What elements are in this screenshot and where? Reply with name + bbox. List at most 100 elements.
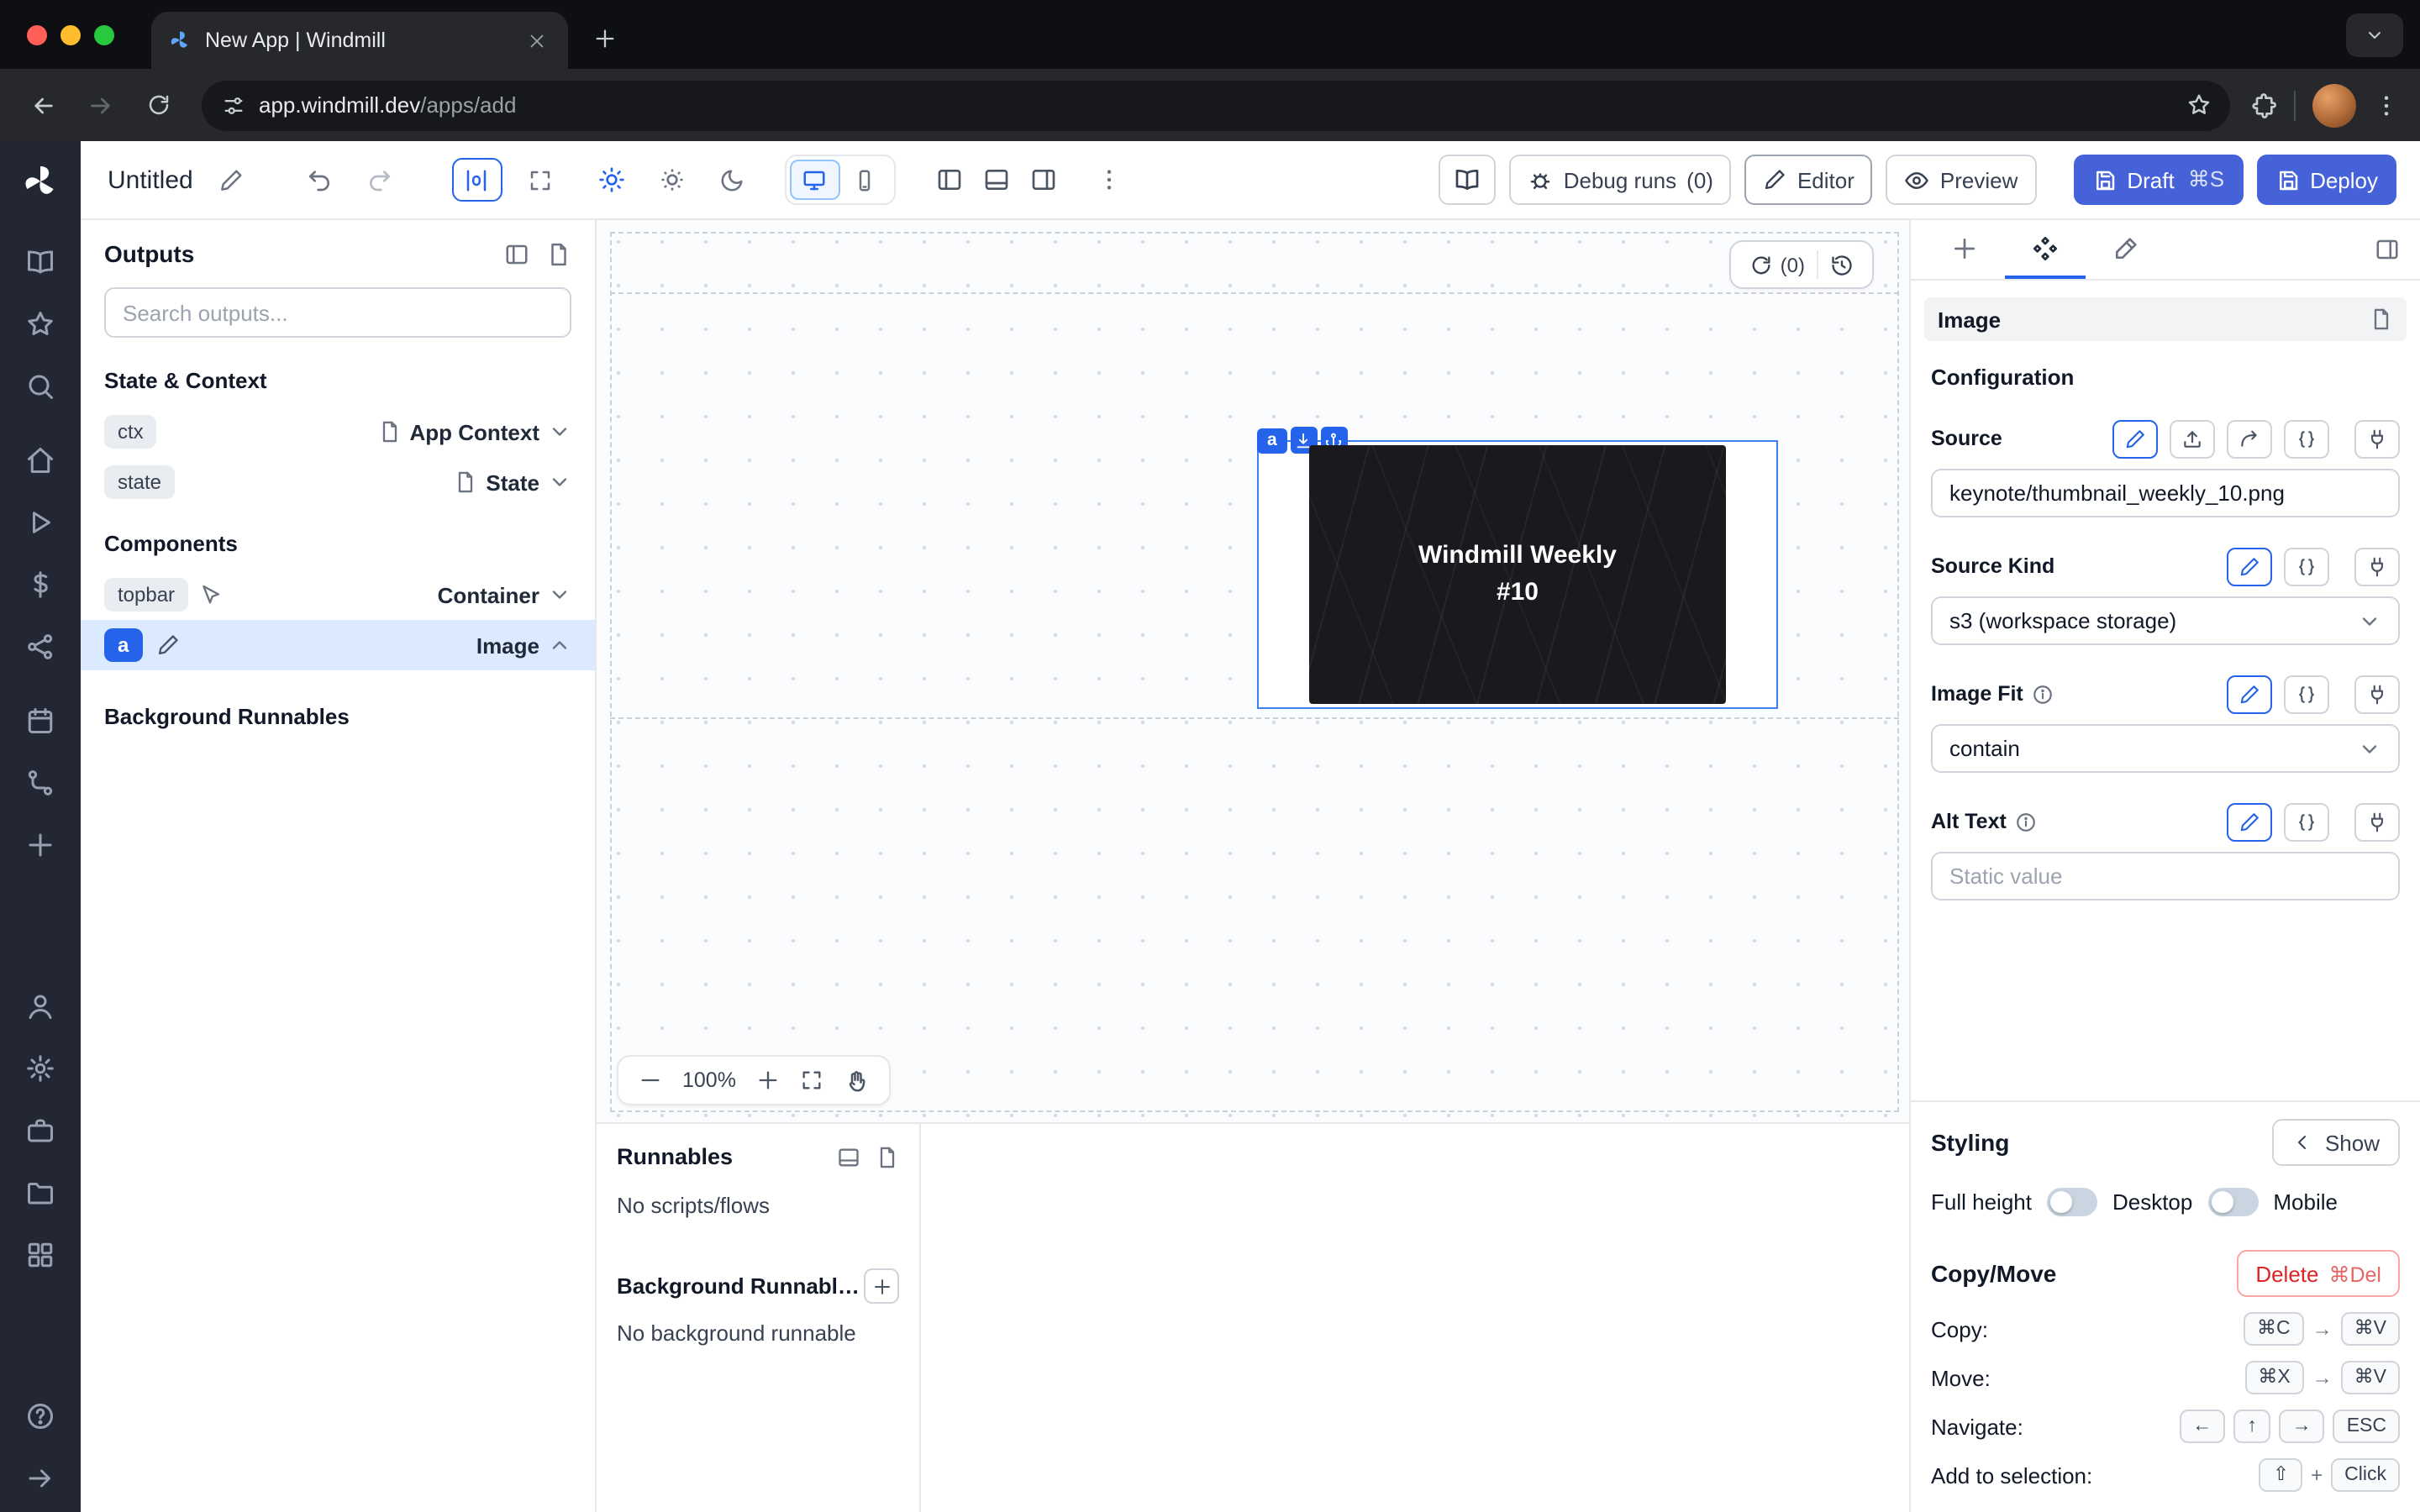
upload-button[interactable] <box>2170 419 2215 458</box>
collapse-sidebar-icon[interactable] <box>24 1462 57 1495</box>
undo-button[interactable] <box>297 158 341 202</box>
show-styling-button[interactable]: Show <box>2273 1119 2400 1166</box>
back-button[interactable] <box>20 81 67 129</box>
expression-button[interactable] <box>2284 675 2329 713</box>
theme-auto-icon[interactable] <box>650 158 694 202</box>
collapse-inspector-icon[interactable] <box>2368 220 2407 279</box>
new-tab-button[interactable] <box>581 15 629 62</box>
app-canvas[interactable]: (0) a <box>597 220 1909 1122</box>
topbar-badge[interactable]: topbar <box>104 578 188 612</box>
theme-dark-icon[interactable] <box>711 158 755 202</box>
static-edit-button[interactable] <box>2112 419 2158 458</box>
resources-icon[interactable] <box>24 630 57 664</box>
plug-input-button[interactable] <box>2354 547 2400 585</box>
browser-tab[interactable]: New App | Windmill <box>151 12 568 69</box>
outputs-doc-icon[interactable] <box>546 241 571 266</box>
static-edit-button[interactable] <box>2227 547 2272 585</box>
forward-button[interactable] <box>77 81 124 129</box>
minimize-window-button[interactable] <box>60 24 81 45</box>
workers-icon[interactable] <box>24 1114 57 1147</box>
collapse-outputs-panel-icon[interactable] <box>504 241 529 266</box>
folders-icon[interactable] <box>24 1176 57 1210</box>
profile-avatar[interactable] <box>2312 83 2356 127</box>
component-id-tag[interactable]: a <box>1257 428 1287 453</box>
bookmark-star-icon[interactable] <box>2176 83 2220 127</box>
chevron-down-icon[interactable] <box>548 583 571 606</box>
zoom-in-icon[interactable] <box>756 1068 780 1092</box>
extensions-icon[interactable] <box>2250 92 2277 118</box>
rename-app-pencil-icon[interactable] <box>210 158 254 202</box>
zoom-window-button[interactable] <box>94 24 114 45</box>
fit-view-button[interactable] <box>519 158 563 202</box>
settings-gear-icon[interactable] <box>24 1052 57 1085</box>
collapse-runnables-icon[interactable] <box>837 1145 860 1168</box>
home-icon[interactable] <box>24 444 57 477</box>
tab-component-settings[interactable] <box>2005 220 2086 279</box>
deploy-button[interactable]: Deploy <box>2256 155 2396 205</box>
tab-insert-component[interactable] <box>1924 220 2005 279</box>
static-edit-button[interactable] <box>2227 802 2272 841</box>
tab-search-button[interactable] <box>2346 13 2403 57</box>
flows-icon[interactable] <box>24 766 57 800</box>
add-icon[interactable] <box>24 828 57 862</box>
runs-icon[interactable] <box>24 506 57 539</box>
zoom-out-icon[interactable] <box>639 1068 662 1092</box>
toggle-right-panel-icon[interactable] <box>1030 166 1057 193</box>
variables-icon[interactable] <box>24 568 57 601</box>
browser-menu-icon[interactable] <box>2373 92 2400 118</box>
docs-icon[interactable] <box>24 245 57 279</box>
plug-input-button[interactable] <box>2354 802 2400 841</box>
plug-input-button[interactable] <box>2354 419 2400 458</box>
expression-button[interactable] <box>2284 547 2329 585</box>
plug-input-button[interactable] <box>2354 675 2400 713</box>
debug-runs-button[interactable]: Debug runs (0) <box>1510 155 1732 205</box>
full-height-mobile-toggle[interactable] <box>2207 1188 2258 1216</box>
favorites-star-icon[interactable] <box>24 307 57 341</box>
refresh-app-button[interactable]: (0) <box>1739 253 1817 276</box>
component-doc-icon[interactable] <box>2370 307 2393 331</box>
toggle-left-panel-icon[interactable] <box>936 166 963 193</box>
draft-button[interactable]: Draft ⌘S <box>2073 155 2243 205</box>
url-bar[interactable]: app.windmill.dev/apps/add <box>202 80 2230 130</box>
output-row-ctx[interactable]: ctx App Context <box>81 407 595 457</box>
chevron-down-icon[interactable] <box>548 420 571 444</box>
more-options-icon[interactable] <box>1087 158 1131 202</box>
close-window-button[interactable] <box>27 24 47 45</box>
site-info-icon[interactable] <box>222 93 245 117</box>
chevron-down-icon[interactable] <box>548 470 571 494</box>
delete-component-button[interactable]: Delete ⌘Del <box>2237 1250 2400 1297</box>
selected-image-component[interactable]: a Windmill Weekly #10 <box>1257 440 1778 709</box>
connect-output-button[interactable] <box>2227 419 2272 458</box>
runnables-doc-icon[interactable] <box>876 1145 899 1168</box>
state-badge[interactable]: state <box>104 465 175 499</box>
desktop-view-button[interactable] <box>790 160 840 200</box>
reload-button[interactable] <box>134 81 182 129</box>
component-row-a[interactable]: a Image <box>81 620 595 670</box>
component-row-topbar[interactable]: topbar Container <box>81 570 595 620</box>
chevron-up-icon[interactable] <box>548 633 571 657</box>
toggle-bottom-panel-icon[interactable] <box>983 166 1010 193</box>
full-height-desktop-toggle[interactable] <box>2047 1188 2097 1216</box>
search-icon[interactable] <box>24 370 57 403</box>
schedules-icon[interactable] <box>24 704 57 738</box>
apps-grid-icon[interactable] <box>24 1238 57 1272</box>
editor-mode-button[interactable]: Editor <box>1745 155 1873 205</box>
ctx-badge[interactable]: ctx <box>104 415 157 449</box>
expression-button[interactable] <box>2284 419 2329 458</box>
docs-button[interactable] <box>1439 155 1497 205</box>
refresh-history-button[interactable] <box>1818 253 1865 276</box>
redo-button[interactable] <box>358 158 402 202</box>
windmill-logo[interactable] <box>20 161 60 202</box>
static-edit-button[interactable] <box>2227 675 2272 713</box>
source-kind-select[interactable]: s3 (workspace storage) <box>1931 596 2400 645</box>
alt-text-input[interactable] <box>1931 852 2400 900</box>
search-outputs-input[interactable] <box>104 287 571 338</box>
pan-hand-icon[interactable] <box>844 1068 869 1093</box>
image-fit-select[interactable]: contain <box>1931 724 2400 773</box>
mobile-view-button[interactable] <box>840 160 891 200</box>
edit-id-pencil-icon[interactable] <box>155 633 179 657</box>
add-background-runnable-button[interactable] <box>864 1268 899 1304</box>
preview-button[interactable]: Preview <box>1886 155 2037 205</box>
expression-button[interactable] <box>2284 802 2329 841</box>
user-icon[interactable] <box>24 990 57 1023</box>
